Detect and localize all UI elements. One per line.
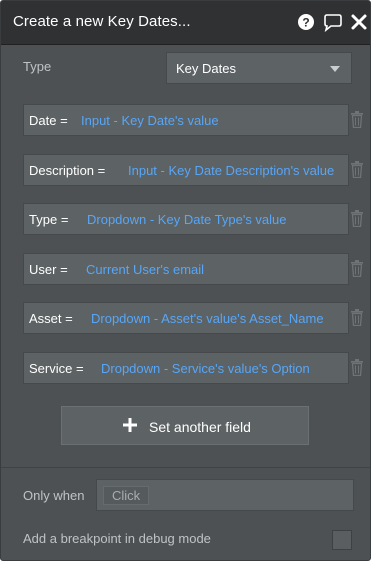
- divider: [1, 467, 370, 468]
- plus-icon: [123, 418, 137, 432]
- only-when-label: Only when: [23, 488, 85, 503]
- field-name: Asset =: [29, 311, 73, 326]
- type-label: Type: [23, 59, 52, 74]
- field-expression[interactable]: Dropdown - Service's value's Option: [101, 361, 310, 376]
- close-icon[interactable]: [350, 13, 370, 33]
- svg-text:?: ?: [302, 16, 309, 30]
- type-dropdown-value: Key Dates: [176, 61, 236, 76]
- click-placeholder-chip[interactable]: Click: [103, 486, 150, 505]
- field-name: Service =: [29, 361, 84, 376]
- field-name: Date =: [29, 113, 68, 128]
- panel-title: Create a new Key Dates...: [13, 13, 191, 30]
- trash-icon[interactable]: [350, 210, 364, 227]
- trash-icon[interactable]: [350, 161, 364, 178]
- field-expression[interactable]: Input - Key Date Description's value: [128, 163, 334, 178]
- field-row-asset[interactable]: Asset = Dropdown - Asset's value's Asset…: [23, 302, 349, 334]
- type-dropdown[interactable]: Key Dates: [166, 52, 352, 84]
- field-name: Description =: [29, 163, 106, 178]
- trash-icon[interactable]: [350, 111, 364, 128]
- chevron-down-icon: [330, 66, 340, 72]
- workflow-action-panel: Create a new Key Dates... ? Type Key Dat…: [0, 0, 371, 561]
- breakpoint-checkbox[interactable]: [332, 530, 352, 550]
- field-row-service[interactable]: Service = Dropdown - Service's value's O…: [23, 352, 349, 384]
- set-another-field-button[interactable]: Set another field: [61, 406, 309, 445]
- field-name: User =: [29, 262, 68, 277]
- field-expression[interactable]: Current User's email: [86, 262, 204, 277]
- field-row-type[interactable]: Type = Dropdown - Key Date Type's value: [23, 203, 349, 235]
- comment-icon[interactable]: [322, 13, 342, 33]
- trash-icon[interactable]: [350, 309, 364, 326]
- only-when-condition-field[interactable]: Click: [96, 479, 354, 511]
- trash-icon[interactable]: [350, 359, 364, 376]
- breakpoint-label: Add a breakpoint in debug mode: [23, 531, 211, 546]
- panel-header: Create a new Key Dates... ?: [1, 1, 370, 45]
- set-another-field-label: Set another field: [149, 419, 251, 435]
- field-row-description[interactable]: Description = Input - Key Date Descripti…: [23, 154, 349, 186]
- field-row-date[interactable]: Date = Input - Key Date's value: [23, 104, 349, 136]
- help-icon[interactable]: ?: [297, 13, 317, 33]
- trash-icon[interactable]: [350, 260, 364, 277]
- field-expression[interactable]: Input - Key Date's value: [81, 113, 219, 128]
- field-name: Type =: [29, 212, 69, 227]
- field-row-user[interactable]: User = Current User's email: [23, 253, 349, 285]
- field-expression[interactable]: Dropdown - Key Date Type's value: [87, 212, 287, 227]
- field-expression[interactable]: Dropdown - Asset's value's Asset_Name: [91, 311, 324, 326]
